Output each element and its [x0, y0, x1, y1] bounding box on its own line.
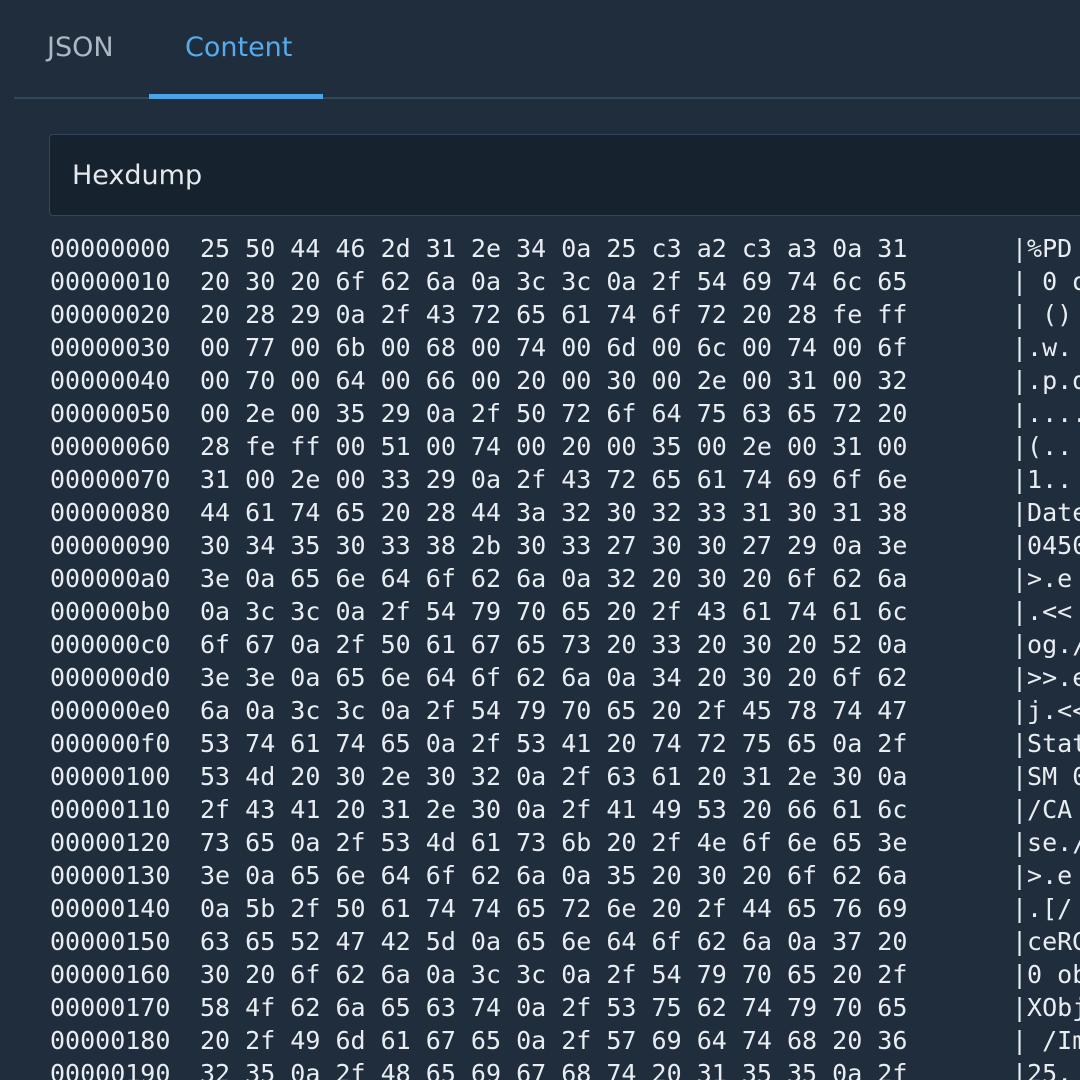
hexdump-ascii: |.<<	[1012, 597, 1073, 626]
tab-content[interactable]: Content	[185, 28, 292, 68]
hexdump-ascii: |>.e	[1012, 564, 1073, 593]
hexdump-bytes: 53 4d 20 30 2e 30 32 0a 2f 63 61 20 31 2…	[200, 762, 908, 791]
hexdump-ascii: |%PD	[1012, 234, 1073, 263]
hexdump-ascii: |SM 0	[1012, 762, 1080, 791]
hexdump-ascii: |/CA	[1012, 795, 1073, 824]
hexdump-offset: 00000030	[50, 333, 171, 362]
hexdump-ascii: |....	[1012, 399, 1080, 428]
hexdump-view: 00000000 25 50 44 46 2d 31 2e 34 0a 25 c3…	[50, 232, 1080, 1080]
hexdump-offset: 000000c0	[50, 630, 171, 659]
hexdump-ascii: |Date	[1012, 498, 1080, 527]
hexdump-bytes: 20 30 20 6f 62 6a 0a 3c 3c 0a 2f 54 69 7…	[200, 267, 908, 296]
hexdump-bytes: 53 74 61 74 65 0a 2f 53 41 20 74 72 75 6…	[200, 729, 908, 758]
hexdump-bytes: 32 35 0a 2f 48 65 69 67 68 74 20 31 35 3…	[200, 1059, 908, 1080]
hexdump-bytes: 6a 0a 3c 3c 0a 2f 54 79 70 65 20 2f 45 7…	[200, 696, 908, 725]
hexdump-ascii: |(..	[1012, 432, 1073, 461]
hexdump-offset: 00000070	[50, 465, 171, 494]
view-mode-label: Hexdump	[72, 160, 203, 191]
hexdump-ascii: |j.<<	[1012, 696, 1080, 725]
hexdump-ascii: |.w.	[1012, 333, 1073, 362]
hexdump-ascii: |se./	[1012, 828, 1080, 857]
hexdump-bytes: 63 65 52 47 42 5d 0a 65 6e 64 6f 62 6a 0…	[200, 927, 908, 956]
hexdump-ascii: |>.e	[1012, 861, 1073, 890]
hexdump-bytes: 30 34 35 30 33 38 2b 30 33 27 30 30 27 2…	[200, 531, 908, 560]
hexdump-ascii: | ()	[1012, 300, 1073, 329]
hexdump-bytes: 00 77 00 6b 00 68 00 74 00 6d 00 6c 00 7…	[200, 333, 908, 362]
hexdump-bytes: 6f 67 0a 2f 50 61 67 65 73 20 33 20 30 2…	[200, 630, 908, 659]
hexdump-ascii: |25.	[1012, 1059, 1073, 1080]
hexdump-offset: 00000090	[50, 531, 171, 560]
hexdump-bytes: 58 4f 62 6a 65 63 74 0a 2f 53 75 62 74 7…	[200, 993, 908, 1022]
tab-bar: JSON Content	[14, 0, 1080, 99]
hexdump-offset: 00000020	[50, 300, 171, 329]
hexdump-ascii: |0 ob	[1012, 960, 1080, 989]
hexdump-ascii: |.[/	[1012, 894, 1073, 923]
hexdump-ascii: | /Im	[1012, 1026, 1080, 1055]
hexdump-offset: 000000f0	[50, 729, 171, 758]
hexdump-offset: 000000a0	[50, 564, 171, 593]
hexdump-offset: 00000100	[50, 762, 171, 791]
hexdump-offset: 00000130	[50, 861, 171, 890]
active-tab-indicator	[149, 94, 323, 99]
hexdump-ascii: |ceRG	[1012, 927, 1080, 956]
hexdump-ascii: |.p.d	[1012, 366, 1080, 395]
hexdump-offset: 00000110	[50, 795, 171, 824]
hexdump-bytes: 25 50 44 46 2d 31 2e 34 0a 25 c3 a2 c3 a…	[200, 234, 908, 263]
hexdump-bytes: 20 2f 49 6d 61 67 65 0a 2f 57 69 64 74 6…	[200, 1026, 908, 1055]
hexdump-bytes: 3e 3e 0a 65 6e 64 6f 62 6a 0a 34 20 30 2…	[200, 663, 908, 692]
tab-json[interactable]: JSON	[47, 28, 114, 68]
hexdump-offset: 00000190	[50, 1059, 171, 1080]
hexdump-bytes: 73 65 0a 2f 53 4d 61 73 6b 20 2f 4e 6f 6…	[200, 828, 908, 857]
hexdump-bytes: 44 61 74 65 20 28 44 3a 32 30 32 33 31 3…	[200, 498, 908, 527]
hexdump-offset: 000000d0	[50, 663, 171, 692]
hexdump-bytes: 0a 3c 3c 0a 2f 54 79 70 65 20 2f 43 61 7…	[200, 597, 908, 626]
hexdump-bytes: 20 28 29 0a 2f 43 72 65 61 74 6f 72 20 2…	[200, 300, 908, 329]
hexdump-offset: 00000040	[50, 366, 171, 395]
hexdump-offset: 00000180	[50, 1026, 171, 1055]
hexdump-offset: 000000b0	[50, 597, 171, 626]
hexdump-offset: 00000060	[50, 432, 171, 461]
hexdump-bytes: 30 20 6f 62 6a 0a 3c 3c 0a 2f 54 79 70 6…	[200, 960, 908, 989]
hexdump-ascii: |og./	[1012, 630, 1080, 659]
hexdump-offset: 00000120	[50, 828, 171, 857]
hexdump-ascii: | 0 o	[1012, 267, 1080, 296]
hexdump-offset: 00000000	[50, 234, 171, 263]
view-mode-dropdown[interactable]: Hexdump	[49, 134, 1080, 216]
hexdump-bytes: 00 70 00 64 00 66 00 20 00 30 00 2e 00 3…	[200, 366, 908, 395]
hexdump-offset: 00000170	[50, 993, 171, 1022]
hexdump-bytes: 3e 0a 65 6e 64 6f 62 6a 0a 32 20 30 20 6…	[200, 564, 908, 593]
hexdump-offset: 00000010	[50, 267, 171, 296]
hexdump-bytes: 28 fe ff 00 51 00 74 00 20 00 35 00 2e 0…	[200, 432, 908, 461]
hexdump-offset: 00000080	[50, 498, 171, 527]
hexdump-ascii: |>>.e	[1012, 663, 1080, 692]
hexdump-bytes: 00 2e 00 35 29 0a 2f 50 72 6f 64 75 63 6…	[200, 399, 908, 428]
hexdump-ascii: |0450	[1012, 531, 1080, 560]
hexdump-offset: 00000150	[50, 927, 171, 956]
hexdump-offset: 00000160	[50, 960, 171, 989]
hexdump-offset: 00000050	[50, 399, 171, 428]
hexdump-bytes: 31 00 2e 00 33 29 0a 2f 43 72 65 61 74 6…	[200, 465, 908, 494]
hexdump-offset: 00000140	[50, 894, 171, 923]
hexdump-ascii: |Stat	[1012, 729, 1080, 758]
hexdump-bytes: 0a 5b 2f 50 61 74 74 65 72 6e 20 2f 44 6…	[200, 894, 908, 923]
hexdump-bytes: 3e 0a 65 6e 64 6f 62 6a 0a 35 20 30 20 6…	[200, 861, 908, 890]
hexdump-bytes: 2f 43 41 20 31 2e 30 0a 2f 41 49 53 20 6…	[200, 795, 908, 824]
hexdump-offset: 000000e0	[50, 696, 171, 725]
hexdump-ascii: |XObj	[1012, 993, 1080, 1022]
hexdump-ascii: |1..	[1012, 465, 1073, 494]
